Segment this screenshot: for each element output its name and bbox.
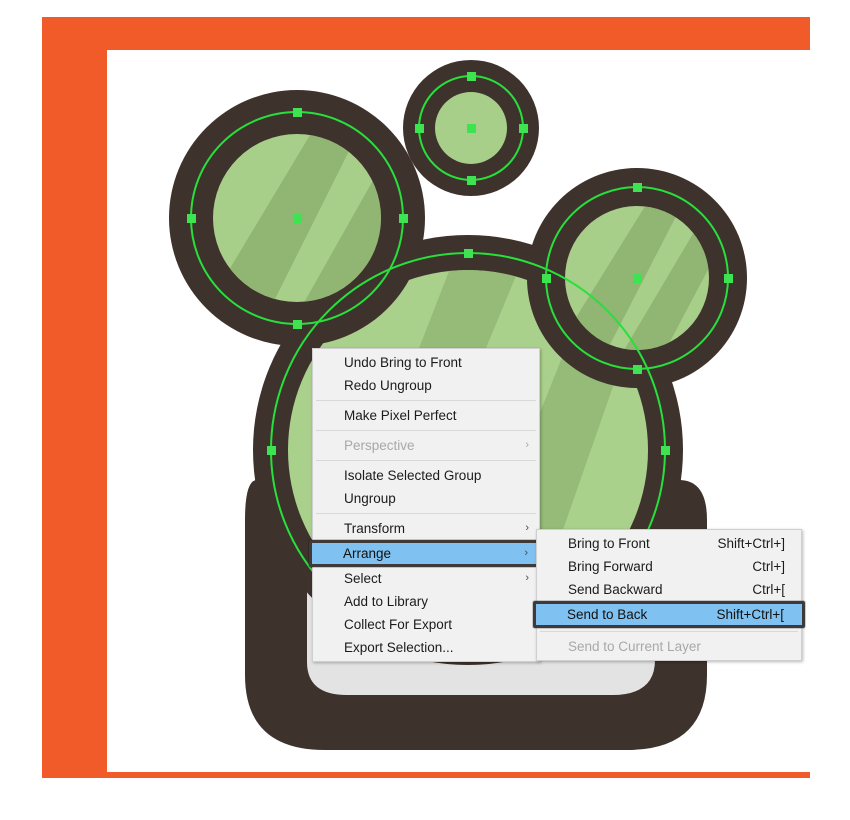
menu-item-label: Send to Current Layer <box>568 639 701 654</box>
menu-item-label: Redo Ungroup <box>344 378 432 393</box>
menu-item-shortcut: Shift+Ctrl+] <box>717 536 785 551</box>
menu-item-shortcut: Shift+Ctrl+[ <box>716 607 784 622</box>
anchor-point <box>542 274 551 283</box>
canvas-context-menu[interactable]: Undo Bring to Front Redo Ungroup Make Pixe… <box>309 348 543 662</box>
menu-item-shortcut: Ctrl+[ <box>752 582 785 597</box>
menu-item-label: Make Pixel Perfect <box>344 408 457 423</box>
menu-item-send-backward[interactable]: Send Backward Ctrl+[ <box>537 578 801 601</box>
anchor-point <box>267 446 276 455</box>
menu-item-send-to-current-layer: Send to Current Layer <box>537 635 801 658</box>
menu-item-redo-ungroup[interactable]: Redo Ungroup <box>313 374 539 397</box>
anchor-point-center <box>633 274 642 283</box>
menu-item-make-pixel-perfect[interactable]: Make Pixel Perfect <box>313 404 539 427</box>
menu-item-transform[interactable]: Transform › <box>313 517 539 540</box>
menu-separator <box>540 631 798 632</box>
menu-item-perspective: Perspective › <box>313 434 539 457</box>
menu-item-bring-forward[interactable]: Bring Forward Ctrl+] <box>537 555 801 578</box>
anchor-point <box>467 176 476 185</box>
menu-item-label: Add to Library <box>344 594 429 609</box>
application-canvas-area: Undo Bring to Front Redo Ungroup Make Pixe… <box>0 0 850 820</box>
anchor-point <box>293 320 302 329</box>
arrange-submenu[interactable]: Bring to Front Shift+Ctrl+] Bring Forward C… <box>533 529 805 661</box>
menu-item-label: Arrange <box>343 546 392 561</box>
menu-separator <box>316 430 536 431</box>
menu-item-export-selection[interactable]: Export Selection... <box>313 636 539 659</box>
anchor-point-center <box>467 124 476 133</box>
anchor-point-center <box>293 214 302 223</box>
menu-separator <box>316 400 536 401</box>
menu-item-undo-bring-to-front[interactable]: Undo Bring to Front <box>313 351 539 374</box>
anchor-point <box>519 124 528 133</box>
menu-item-select[interactable]: Select › <box>313 567 539 590</box>
menu-item-arrange[interactable]: Arrange › <box>309 540 543 567</box>
menu-item-isolate-selected-group[interactable]: Isolate Selected Group <box>313 464 539 487</box>
menu-item-add-to-library[interactable]: Add to Library <box>313 590 539 613</box>
menu-separator <box>316 513 536 514</box>
submenu-arrow-icon: › <box>525 572 529 584</box>
menu-item-label: Undo Bring to Front <box>344 355 462 370</box>
menu-item-label: Bring Forward <box>568 559 653 574</box>
anchor-point <box>415 124 424 133</box>
anchor-point <box>724 274 733 283</box>
menu-item-label: Send to Back <box>567 607 648 622</box>
anchor-point <box>633 183 642 192</box>
menu-item-label: Send Backward <box>568 582 663 597</box>
anchor-point <box>399 214 408 223</box>
menu-item-label: Perspective <box>344 438 415 453</box>
menu-item-send-to-back[interactable]: Send to Back Shift+Ctrl+[ <box>533 601 805 628</box>
menu-item-label: Ungroup <box>344 491 396 506</box>
anchor-point <box>633 365 642 374</box>
menu-item-ungroup[interactable]: Ungroup <box>313 487 539 510</box>
menu-item-label: Export Selection... <box>344 640 454 655</box>
submenu-arrow-icon: › <box>525 522 529 534</box>
menu-item-label: Bring to Front <box>568 536 650 551</box>
menu-item-label: Isolate Selected Group <box>344 468 482 483</box>
menu-item-label: Select <box>344 571 382 586</box>
submenu-arrow-icon: › <box>524 547 528 559</box>
anchor-point <box>293 108 302 117</box>
menu-item-label: Collect For Export <box>344 617 453 632</box>
menu-item-shortcut: Ctrl+] <box>752 559 785 574</box>
anchor-point <box>464 249 473 258</box>
menu-separator <box>316 460 536 461</box>
anchor-point <box>187 214 196 223</box>
submenu-arrow-icon: › <box>525 439 529 451</box>
anchor-point <box>661 446 670 455</box>
menu-item-bring-to-front[interactable]: Bring to Front Shift+Ctrl+] <box>537 532 801 555</box>
menu-item-collect-for-export[interactable]: Collect For Export <box>313 613 539 636</box>
menu-item-label: Transform <box>344 521 406 536</box>
anchor-point <box>467 72 476 81</box>
